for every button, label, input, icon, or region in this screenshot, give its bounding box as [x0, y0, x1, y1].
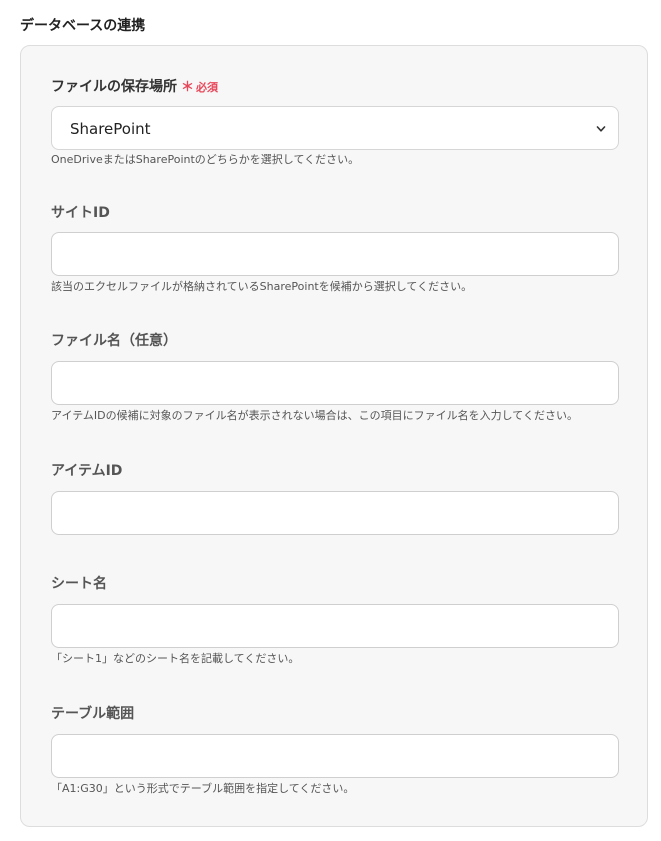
file-name-help: アイテムIDの候補に対象のファイル名が表示されない場合は、この項目にファイル名を… [51, 409, 578, 422]
sheet-name-input[interactable] [51, 604, 619, 648]
table-range-help: 「A1:G30」という形式でテーブル範囲を指定してください。 [51, 782, 355, 795]
site-id-help: 該当のエクセルファイルが格納されているSharePointを候補から選択してくだ… [51, 280, 473, 293]
database-link-panel: ファイルの保存場所 ＊必須 SharePoint OneDriveまたはShare… [20, 45, 648, 827]
storage-location-label-text: ファイルの保存場所 [51, 79, 177, 95]
sheet-name-help: 「シート1」などのシート名を記載してください。 [51, 652, 300, 665]
storage-location-select[interactable]: SharePoint [51, 106, 619, 150]
site-id-label: サイトID [51, 205, 110, 221]
table-range-input[interactable] [51, 734, 619, 778]
site-id-input[interactable] [51, 232, 619, 276]
item-id-input[interactable] [51, 491, 619, 535]
required-badge: ＊必須 [181, 80, 219, 95]
storage-location-label: ファイルの保存場所 ＊必須 [51, 77, 218, 98]
storage-location-help: OneDriveまたはSharePointのどちらかを選択してください。 [51, 153, 360, 166]
chevron-down-icon [596, 126, 606, 132]
required-text: 必須 [196, 81, 219, 94]
storage-location-select-value: SharePoint [70, 120, 151, 138]
item-id-label: アイテムID [51, 463, 123, 479]
file-name-input[interactable] [51, 361, 619, 405]
section-title: データベースの連携 [20, 18, 146, 34]
sheet-name-label: シート名 [51, 576, 107, 592]
required-star: ＊ [181, 80, 195, 95]
table-range-label: テーブル範囲 [51, 706, 135, 722]
file-name-label: ファイル名（任意） [51, 333, 177, 349]
